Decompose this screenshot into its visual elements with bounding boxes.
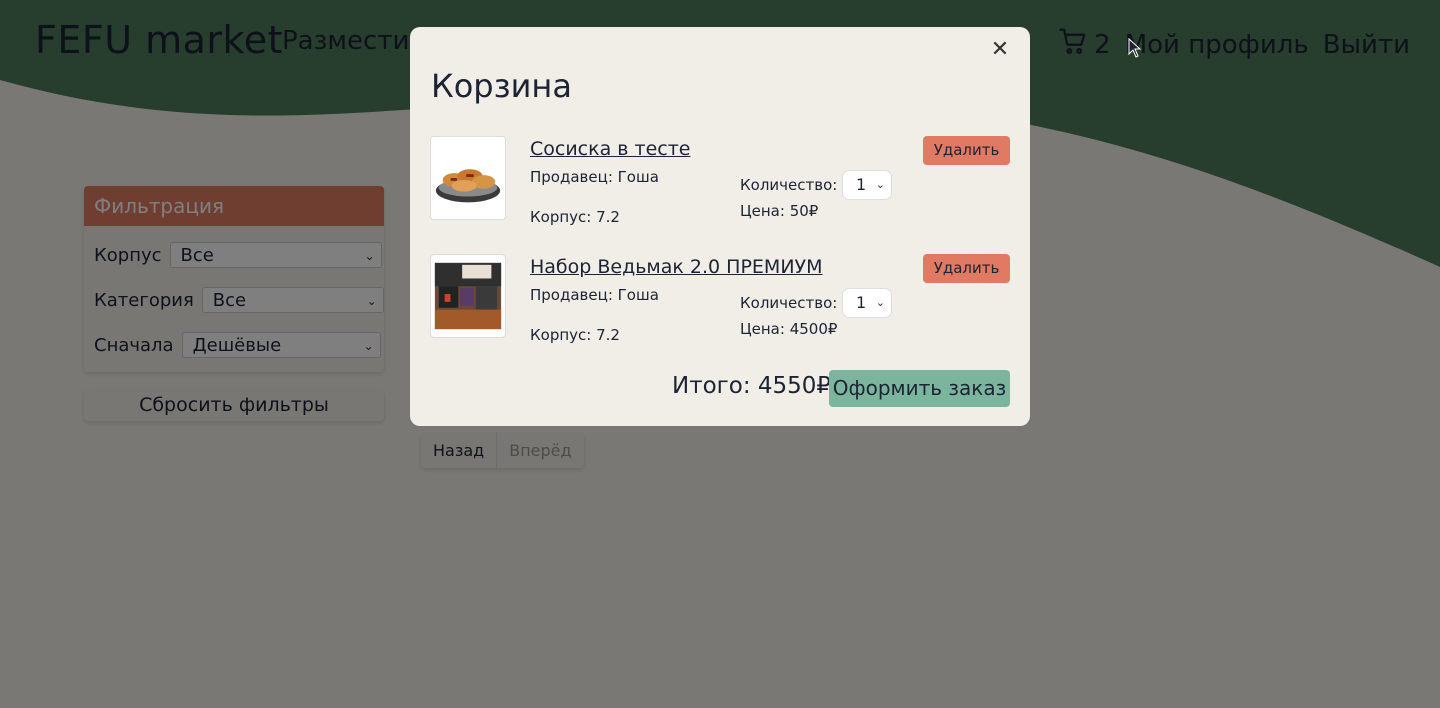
quantity-value: 1 xyxy=(856,175,867,194)
close-icon[interactable]: ✕ xyxy=(990,39,1010,61)
product-seller: Продавец: Гоша xyxy=(530,286,659,304)
cart-item: Набор Ведьмак 2.0 ПРЕМИУМ Продавец: Гоша… xyxy=(430,254,1010,344)
delete-button[interactable]: Удалить xyxy=(923,254,1010,283)
product-building: Корпус: 7.2 xyxy=(530,208,620,226)
quantity-select[interactable]: 1 ⌄ xyxy=(842,288,892,318)
quantity-label: Количество: xyxy=(740,176,838,194)
mouse-cursor-icon xyxy=(1128,38,1142,58)
product-seller: Продавец: Гоша xyxy=(530,168,659,186)
quantity-label: Количество: xyxy=(740,294,838,312)
product-link[interactable]: Набор Ведьмак 2.0 ПРЕМИУМ xyxy=(530,256,823,278)
cart-modal: ✕ Корзина Сосиска в тесте Продавец: Гоша… xyxy=(410,27,1030,426)
cart-item: Сосиска в тесте Продавец: Гоша Корпус: 7… xyxy=(430,136,1010,226)
product-building: Корпус: 7.2 xyxy=(530,326,620,344)
product-link[interactable]: Сосиска в тесте xyxy=(530,138,691,160)
chevron-down-icon: ⌄ xyxy=(875,296,885,309)
quantity-select[interactable]: 1 ⌄ xyxy=(842,170,892,200)
cart-total: Итого: 4550₽ xyxy=(672,373,832,399)
product-image[interactable] xyxy=(430,136,506,220)
product-image[interactable] xyxy=(430,254,506,338)
checkout-button[interactable]: Оформить заказ xyxy=(829,370,1010,407)
chevron-down-icon: ⌄ xyxy=(875,178,885,191)
quantity-value: 1 xyxy=(856,293,867,312)
delete-button[interactable]: Удалить xyxy=(923,136,1010,165)
cart-title: Корзина xyxy=(431,67,572,105)
product-price: Цена: 4500₽ xyxy=(740,320,838,338)
product-price: Цена: 50₽ xyxy=(740,202,819,220)
